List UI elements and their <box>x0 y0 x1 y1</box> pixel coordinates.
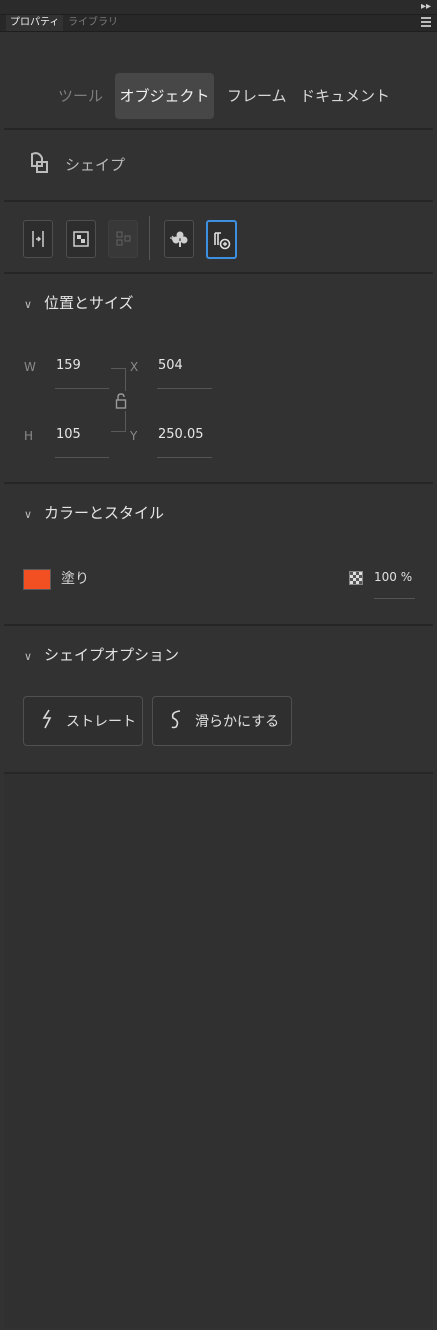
hamburger-icon[interactable] <box>421 17 431 28</box>
mode-document[interactable]: ドキュメント <box>300 73 390 119</box>
shape-options-section: ∨ シェイプオプション ストレート 滑らかにする <box>4 626 433 774</box>
position-size-header[interactable]: ∨ 位置とサイズ <box>24 292 134 313</box>
smooth-button[interactable]: 滑らかにする <box>152 696 292 746</box>
break-apart-icon <box>214 232 231 250</box>
straighten-button[interactable]: ストレート <box>23 696 143 746</box>
distribute-icon <box>73 231 89 247</box>
align-center-icon <box>32 231 44 247</box>
panel-top-strip: ▸▸ <box>0 0 437 15</box>
toolbar-divider <box>149 216 150 260</box>
double-chevron-right-icon[interactable]: ▸▸ <box>421 1 431 12</box>
empty-panel-area <box>4 774 433 1328</box>
shape-icon <box>31 152 48 173</box>
convert-to-symbol-button[interactable] <box>164 220 194 258</box>
height-underline <box>55 457 109 458</box>
distribute-button[interactable] <box>66 220 96 258</box>
fill-label: 塗り <box>61 571 89 587</box>
panel-tab-bar: プロパティ ライブラリ <box>0 15 437 32</box>
mode-tool[interactable]: ツール <box>58 73 103 119</box>
position-size-section: ∨ 位置とサイズ W 159 X 504 H 105 Y 250.05 <box>4 274 433 484</box>
match-size-icon <box>116 231 131 246</box>
object-type-header: シェイプ <box>4 130 433 202</box>
straighten-label: ストレート <box>66 714 136 730</box>
chevron-down-icon: ∨ <box>24 508 33 521</box>
width-underline <box>55 388 109 389</box>
opacity-underline <box>374 598 415 599</box>
tab-library[interactable]: ライブラリ <box>64 15 122 31</box>
object-tools-row <box>4 202 433 274</box>
chevron-down-icon: ∨ <box>24 650 33 663</box>
y-field[interactable]: 250.05 <box>158 427 204 442</box>
align-button[interactable] <box>23 220 53 258</box>
unlock-icon[interactable] <box>115 391 127 411</box>
opacity-field[interactable]: 100 % <box>374 570 412 584</box>
opacity-checker-icon <box>349 571 363 585</box>
h-label: H <box>24 429 34 443</box>
match-size-button[interactable] <box>108 220 138 258</box>
mode-switcher: ツール オブジェクト フレーム ドキュメント <box>4 33 433 130</box>
smooth-label: 滑らかにする <box>195 714 280 730</box>
section-title: カラーとスタイル <box>44 504 165 522</box>
chevron-down-icon: ∨ <box>24 298 33 311</box>
break-apart-button[interactable] <box>206 220 237 259</box>
color-style-section: ∨ カラーとスタイル 塗り 100 % <box>4 484 433 626</box>
w-label: W <box>24 360 36 374</box>
y-underline <box>157 457 212 458</box>
properties-panel: ▸▸ プロパティ ライブラリ ツール オブジェクト フレーム ドキュメント シェ… <box>0 0 437 1330</box>
mode-frame[interactable]: フレーム <box>227 73 287 119</box>
straighten-icon <box>42 709 52 729</box>
height-field[interactable]: 105 <box>56 427 81 442</box>
x-underline <box>157 388 212 389</box>
x-field[interactable]: 504 <box>158 358 183 373</box>
mode-object[interactable]: オブジェクト <box>115 73 214 119</box>
smooth-icon <box>171 710 181 729</box>
section-title: シェイプオプション <box>44 646 180 664</box>
width-field[interactable]: 159 <box>56 358 81 373</box>
tab-properties[interactable]: プロパティ <box>6 15 64 31</box>
shape-options-header[interactable]: ∨ シェイプオプション <box>24 644 179 665</box>
object-type-label: シェイプ <box>65 156 126 174</box>
section-title: 位置とサイズ <box>44 294 134 312</box>
symbol-icon <box>170 231 188 247</box>
x-label: X <box>130 360 139 374</box>
y-label: Y <box>130 429 138 443</box>
fill-color-swatch[interactable] <box>23 569 51 590</box>
color-style-header[interactable]: ∨ カラーとスタイル <box>24 502 164 523</box>
